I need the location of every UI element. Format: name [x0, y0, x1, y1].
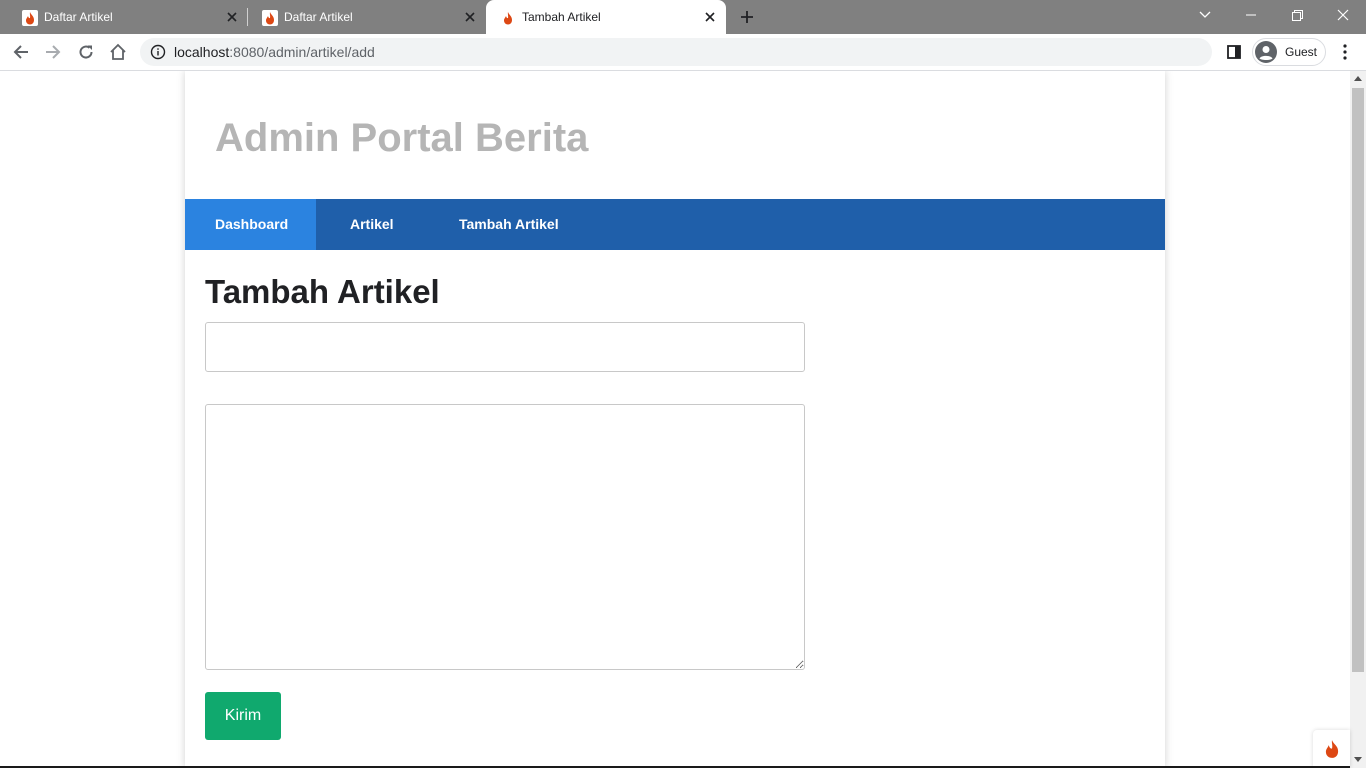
codeigniter-flame-icon: [262, 10, 278, 26]
window-close-icon[interactable]: [1320, 0, 1366, 30]
scroll-up-arrow-icon[interactable]: [1354, 76, 1362, 81]
tab-close-icon[interactable]: [462, 9, 478, 25]
tab-title: Daftar Artikel: [44, 10, 113, 24]
site-info-icon[interactable]: [150, 44, 166, 60]
new-tab-plus-icon[interactable]: [737, 7, 757, 27]
side-panel-icon[interactable]: [1222, 40, 1246, 64]
url-text: localhost:8080/admin/artikel/add: [174, 45, 375, 59]
home-icon[interactable]: [106, 40, 130, 64]
profile-name: Guest: [1285, 45, 1318, 59]
minimize-icon[interactable]: [1228, 0, 1274, 30]
browser-tab-active[interactable]: Tambah Artikel: [486, 0, 726, 34]
page-container: Admin Portal Berita Dashboard Artikel Ta…: [185, 71, 1165, 768]
nav-item-tambah-artikel[interactable]: Tambah Artikel: [459, 199, 559, 250]
browser-tab-bar: Daftar Artikel Daftar Artikel Tambah Art…: [0, 0, 1366, 34]
article-content-textarea[interactable]: [205, 404, 805, 670]
scroll-thumb[interactable]: [1352, 88, 1364, 672]
browser-menu-kebab-icon[interactable]: [1333, 40, 1357, 64]
browser-tab-1[interactable]: Daftar Artikel: [8, 0, 248, 34]
debug-toolbar-toggle[interactable]: [1313, 730, 1350, 768]
main-navbar: Dashboard Artikel Tambah Artikel: [185, 199, 1165, 250]
nav-item-artikel[interactable]: Artikel: [350, 199, 394, 250]
tab-close-icon[interactable]: [224, 9, 240, 25]
submit-button[interactable]: Kirim: [205, 692, 281, 740]
url-host: localhost: [174, 44, 230, 60]
url-path: :8080/admin/artikel/add: [229, 44, 375, 60]
guest-avatar-icon: [1255, 41, 1277, 63]
tab-title: Daftar Artikel: [284, 10, 353, 24]
tab-close-icon[interactable]: [702, 9, 718, 25]
nav-item-dashboard[interactable]: Dashboard: [185, 199, 316, 250]
restore-icon[interactable]: [1274, 0, 1320, 30]
browser-toolbar: localhost:8080/admin/artikel/add Guest: [0, 34, 1366, 71]
site-title: Admin Portal Berita: [215, 116, 589, 160]
codeigniter-flame-icon: [22, 10, 38, 26]
page-scrollbar[interactable]: [1350, 71, 1366, 768]
profile-button[interactable]: Guest: [1252, 38, 1326, 66]
codeigniter-flame-icon: [504, 12, 512, 25]
tab-title: Tambah Artikel: [522, 10, 601, 24]
back-arrow-icon[interactable]: [9, 40, 33, 64]
reload-icon[interactable]: [74, 40, 98, 64]
address-bar[interactable]: localhost:8080/admin/artikel/add: [140, 38, 1212, 66]
article-title-input[interactable]: [205, 322, 805, 372]
scroll-down-arrow-icon[interactable]: [1354, 757, 1362, 762]
page-viewport: Admin Portal Berita Dashboard Artikel Ta…: [0, 71, 1350, 768]
browser-tab-2[interactable]: Daftar Artikel: [248, 0, 486, 34]
forward-arrow-icon[interactable]: [41, 40, 65, 64]
page-heading: Tambah Artikel: [205, 273, 440, 310]
tab-search-chevron-icon[interactable]: [1182, 0, 1228, 30]
codeigniter-flame-icon: [1325, 740, 1338, 758]
